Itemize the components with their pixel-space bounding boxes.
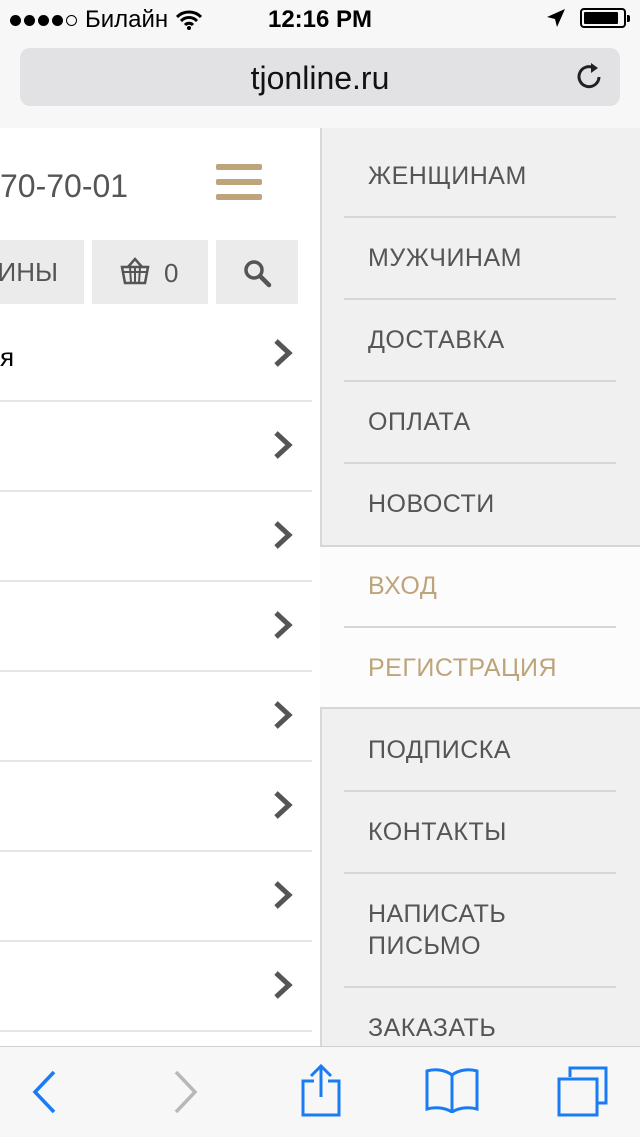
list-item[interactable] [0, 672, 312, 762]
list-item[interactable]: я [0, 310, 312, 402]
menu-item-label: ВХОД [368, 572, 438, 600]
url-text[interactable]: tjonline.ru [20, 60, 620, 97]
chevron-right-icon [274, 791, 293, 819]
battery-icon [580, 8, 630, 28]
hamburger-icon[interactable] [216, 164, 262, 200]
tabs-icon[interactable] [556, 1065, 610, 1117]
menu-item-label: КОНТАКТЫ [368, 818, 507, 846]
menu-item-label: ДОСТАВКА [368, 326, 505, 354]
phone-number[interactable]: 70-70-01 [0, 168, 128, 205]
list-item[interactable] [0, 762, 312, 852]
search-button[interactable] [216, 240, 298, 304]
status-time: 12:16 PM [267, 6, 373, 33]
location-arrow-icon [547, 9, 565, 27]
list-item[interactable] [0, 852, 312, 942]
menu-item-label: ОПЛАТА [368, 408, 471, 436]
menu-item-subscription[interactable]: ПОДПИСКА [344, 710, 616, 792]
menu-item-label: НАПИСАТЬ ПИСЬМО [368, 900, 507, 960]
menu-item-label: ПОДПИСКА [368, 736, 512, 764]
menu-item-order[interactable]: ЗАКАЗАТЬ [344, 988, 616, 1046]
chevron-right-icon [274, 431, 293, 459]
status-right [546, 8, 630, 28]
browser-toolbar [0, 1046, 640, 1137]
menu-item-register[interactable]: РЕГИСТРАЦИЯ [344, 628, 616, 710]
list-item[interactable] [0, 942, 312, 1032]
side-menu: ЖЕНЩИНАМ МУЖЧИНАМ ДОСТАВКА ОПЛАТА НОВОСТ… [320, 128, 640, 1046]
menu-item-news[interactable]: НОВОСТИ [344, 464, 616, 546]
chevron-right-icon [274, 971, 293, 999]
menu-item-women[interactable]: ЖЕНЩИНАМ [344, 128, 616, 218]
shops-button[interactable]: ИНЫ [0, 240, 84, 304]
shops-button-label: ИНЫ [0, 257, 58, 287]
cart-button[interactable]: 0 [92, 240, 208, 304]
menu-item-delivery[interactable]: ДОСТАВКА [344, 300, 616, 382]
basket-icon [120, 257, 150, 285]
menu-item-payment[interactable]: ОПЛАТА [344, 382, 616, 464]
menu-item-write-letter[interactable]: НАПИСАТЬ ПИСЬМО [344, 874, 616, 988]
reload-icon[interactable] [574, 60, 606, 92]
status-bar: Билайн 12:16 PM [0, 0, 640, 40]
chevron-right-icon [274, 521, 293, 549]
page-content: 70-70-01 ИНЫ 0 я [0, 128, 320, 1046]
menu-item-label: ЗАКАЗАТЬ [368, 1014, 497, 1042]
chevron-right-icon [274, 881, 293, 909]
share-icon[interactable] [300, 1063, 342, 1117]
menu-item-login[interactable]: ВХОД [344, 546, 616, 628]
list-item-label: я [0, 342, 15, 372]
chevron-right-icon [274, 611, 293, 639]
menu-item-label: ЖЕНЩИНАМ [368, 162, 527, 190]
cart-count: 0 [164, 258, 179, 288]
bookmarks-icon[interactable] [424, 1067, 480, 1113]
list-item[interactable] [0, 582, 312, 672]
list-item[interactable] [0, 402, 312, 492]
menu-item-contacts[interactable]: КОНТАКТЫ [344, 792, 616, 874]
menu-item-label: НОВОСТИ [368, 490, 495, 518]
address-bar[interactable]: tjonline.ru [20, 48, 620, 106]
menu-item-label: РЕГИСТРАЦИЯ [368, 654, 558, 682]
list-item[interactable] [0, 492, 312, 582]
chevron-right-icon [274, 701, 293, 729]
chevron-right-icon [274, 339, 293, 367]
forward-icon[interactable] [172, 1069, 200, 1115]
back-icon[interactable] [30, 1069, 58, 1115]
menu-item-men[interactable]: МУЖЧИНАМ [344, 218, 616, 300]
category-list: я [0, 310, 312, 1032]
menu-item-label: МУЖЧИНАМ [368, 244, 522, 272]
search-icon [244, 260, 272, 288]
